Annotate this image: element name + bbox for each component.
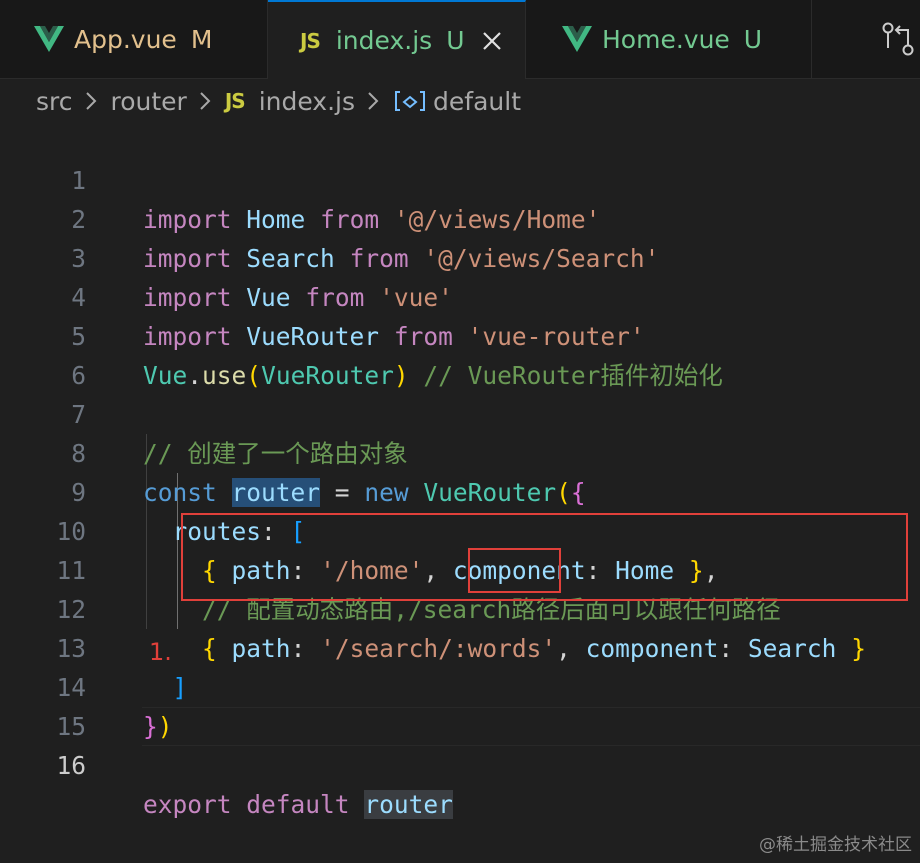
tab-label: index.js	[335, 26, 433, 55]
close-icon[interactable]	[481, 30, 503, 52]
code-line: 5 Vue.use(VueRouter) // VueRouter插件初始化	[71, 322, 723, 390]
tab-home-vue[interactable]: Home.vue U	[526, 0, 812, 78]
open-changes-icon[interactable]	[880, 20, 916, 58]
breadcrumb-item-src[interactable]: src	[36, 87, 73, 116]
annotation-highlight-param	[468, 548, 561, 593]
code-line: 9 routes: [	[71, 478, 306, 546]
symbol-variable-icon	[395, 91, 426, 111]
code-line: 6	[71, 361, 86, 390]
code-line: 14 })	[56, 673, 173, 741]
tab-index-js[interactable]: JS index.js U	[268, 0, 526, 79]
annotation-label: 1.	[149, 638, 172, 666]
breadcrumb-item-file[interactable]: index.js	[259, 87, 355, 116]
code-line: 10 { path: '/home', component: Home },	[56, 517, 719, 585]
chevron-right-icon	[368, 92, 379, 110]
git-status-badge: U	[446, 26, 465, 55]
code-line: 3 import Vue from 'vue'	[71, 244, 453, 312]
watermark: @稀土掘金技术社区	[759, 835, 912, 855]
code-line: 7 // 创建了一个路由对象	[71, 400, 408, 468]
code-line: 15	[56, 712, 86, 741]
code-editor[interactable]: 1 import Home from '@/views/Home' 2 impo…	[0, 122, 920, 863]
breadcrumb-item-router[interactable]: router	[111, 87, 187, 116]
breadcrumb-item-symbol[interactable]: default	[433, 87, 521, 116]
code-line: 4 import VueRouter from 'vue-router'	[71, 283, 645, 351]
chevron-right-icon	[85, 92, 96, 110]
git-status-badge: U	[743, 24, 763, 54]
code-line: 1 import Home from '@/views/Home'	[71, 166, 601, 234]
tab-label: Home.vue	[602, 24, 730, 54]
git-status-badge: M	[190, 24, 213, 54]
tab-label: App.vue	[74, 24, 177, 54]
vue-file-icon	[34, 26, 64, 52]
vue-file-icon	[562, 26, 592, 52]
breadcrumb: src router JS index.js default	[36, 80, 521, 122]
editor-tab-bar: App.vue M JS index.js U Home.vue U	[0, 0, 920, 79]
code-line: 2 import Search from '@/views/Search'	[71, 205, 660, 273]
code-line-active: 16 export default router	[56, 751, 453, 819]
tab-app-vue[interactable]: App.vue M	[0, 0, 268, 78]
js-file-icon: JS	[224, 89, 246, 113]
js-file-icon: JS	[300, 28, 321, 53]
chevron-right-icon	[200, 92, 211, 110]
code-line: 8 const router = new VueRouter({	[71, 439, 586, 507]
